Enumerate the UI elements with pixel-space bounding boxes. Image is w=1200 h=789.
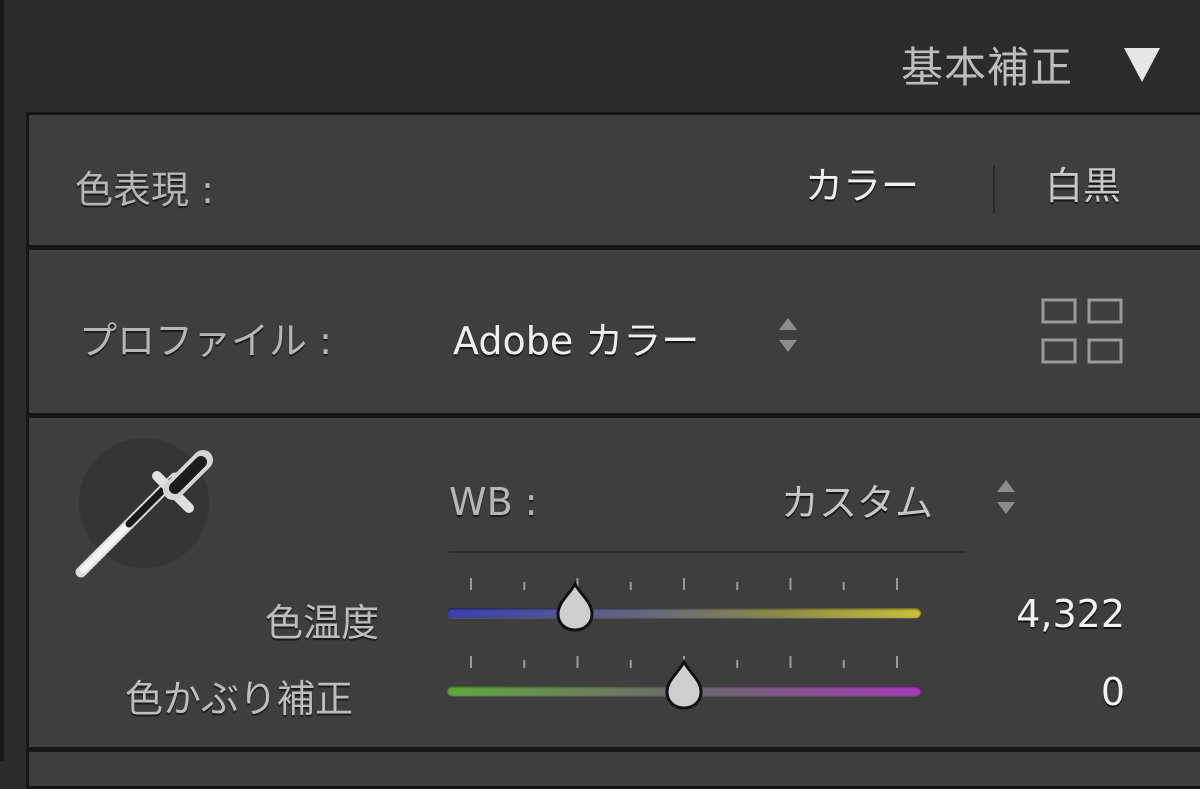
treatment-label: 色表現 : — [75, 168, 214, 212]
tint-value[interactable]: 0 — [929, 670, 1125, 714]
wb-divider — [449, 551, 965, 553]
panel-left-edge — [0, 0, 4, 761]
temperature-thumb[interactable] — [552, 580, 598, 634]
wb-preset-dropdown[interactable]: カスタム — [781, 472, 933, 527]
collapse-triangle-icon[interactable] — [1122, 44, 1162, 84]
wb-label: WB : — [449, 480, 538, 524]
profile-row: プロファイル : Adobe カラー — [26, 247, 1200, 416]
treatment-row: 色表現 : カラー 白黒 — [26, 112, 1200, 248]
eyedropper-icon[interactable] — [71, 432, 221, 582]
temperature-label: 色温度 — [265, 601, 380, 645]
tint-thumb[interactable] — [661, 658, 707, 712]
next-section-row — [26, 749, 1200, 789]
treatment-color-option[interactable]: カラー — [805, 155, 919, 210]
wb-stepper-icon[interactable] — [993, 478, 1019, 516]
temperature-track — [447, 608, 921, 618]
treatment-bw-option[interactable]: 白黒 — [1045, 155, 1121, 210]
temperature-value[interactable]: 4,322 — [929, 592, 1125, 636]
profile-stepper-icon[interactable] — [775, 316, 801, 354]
treatment-separator — [993, 165, 995, 213]
temperature-slider[interactable] — [447, 578, 921, 634]
white-balance-section: WB : カスタム 色温度 4,322 色かぶり補正 0 — [26, 415, 1200, 750]
profile-dropdown[interactable]: Adobe カラー — [453, 310, 699, 365]
temperature-ticks — [470, 578, 898, 590]
profile-browser-grid-icon[interactable] — [1041, 298, 1123, 364]
tint-slider[interactable] — [447, 656, 921, 712]
profile-label: プロファイル : — [79, 319, 332, 363]
panel-title: 基本補正 — [900, 43, 1073, 92]
tint-label: 色かぶり補正 — [125, 677, 354, 721]
